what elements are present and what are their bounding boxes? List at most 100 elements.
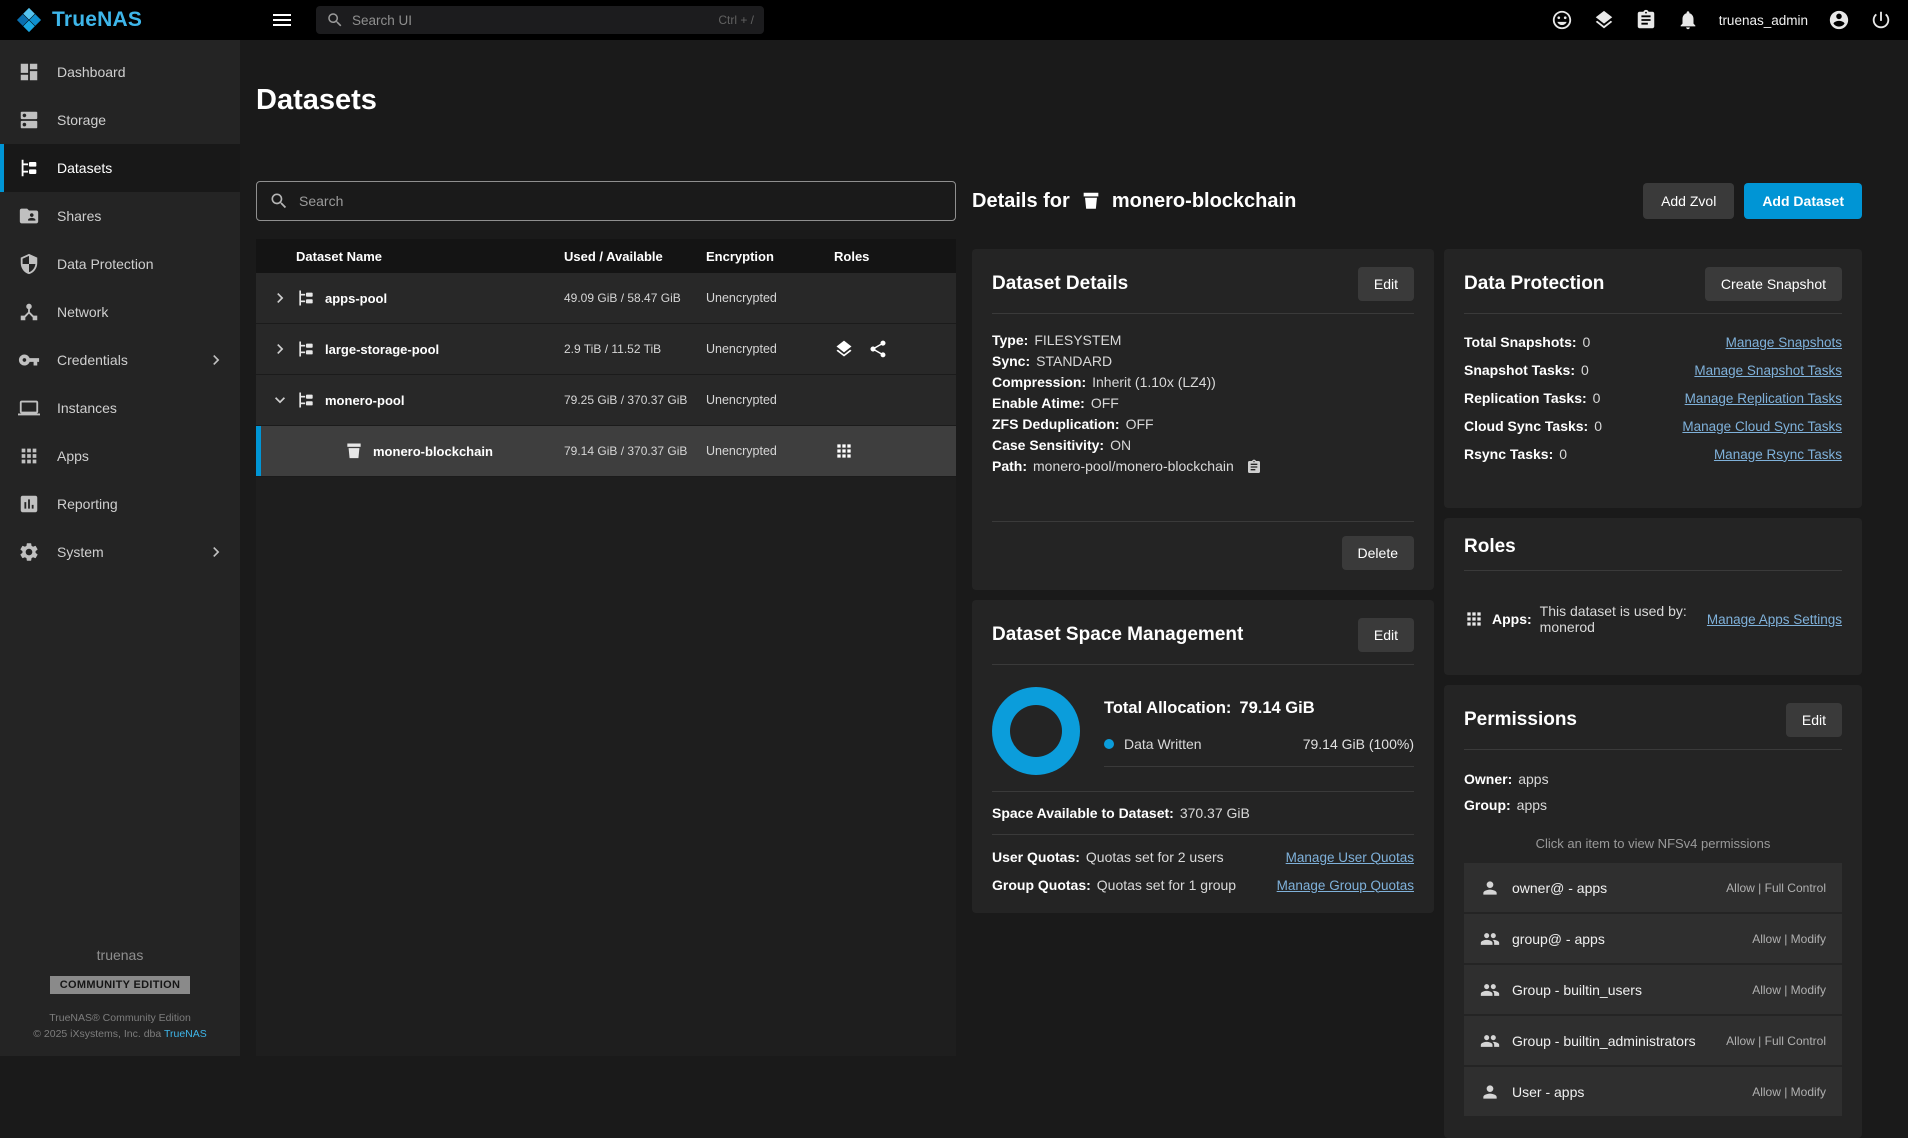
space-available-row: Space Available to Dataset: 370.37 GiB bbox=[992, 792, 1414, 834]
update-status-button[interactable] bbox=[1593, 9, 1615, 31]
column-header-used-available: Used / Available bbox=[564, 249, 706, 264]
apps-role-text: This dataset is used by: monerod bbox=[1540, 603, 1699, 635]
add-zvol-button[interactable]: Add Zvol bbox=[1643, 183, 1734, 219]
dataset-space-card: Dataset Space Management Edit Total Allo… bbox=[972, 600, 1434, 913]
global-search-input[interactable] bbox=[352, 13, 710, 28]
edit-permissions-button[interactable]: Edit bbox=[1786, 703, 1842, 737]
manage-apps-settings-link[interactable]: Manage Apps Settings bbox=[1707, 612, 1842, 627]
network-hub-icon bbox=[18, 301, 40, 323]
sidebar-item-shares[interactable]: Shares bbox=[0, 192, 240, 240]
total-snapshots-row: Total Snapshots: 0 Manage Snapshots bbox=[1464, 334, 1842, 350]
field-label: Case Sensitivity: bbox=[992, 435, 1104, 456]
table-row-monero-blockchain[interactable]: monero-blockchain 79.14 GiB / 370.37 GiB… bbox=[256, 426, 956, 477]
collapse-row-button[interactable] bbox=[268, 388, 292, 412]
group-icon bbox=[1480, 1031, 1500, 1051]
details-header: Details for monero-blockchain Add Zvol A… bbox=[972, 181, 1862, 221]
owner-row: Owner: apps bbox=[1464, 766, 1842, 792]
manage-snapshots-link[interactable]: Manage Snapshots bbox=[1726, 335, 1842, 350]
power-button[interactable] bbox=[1870, 9, 1892, 31]
expand-row-button[interactable] bbox=[268, 337, 292, 361]
dataset-search bbox=[256, 181, 956, 221]
space-available-label: Space Available to Dataset: bbox=[992, 805, 1174, 821]
role-apps-icon[interactable] bbox=[834, 441, 854, 461]
total-allocation-row: Total Allocation: 79.14 GiB bbox=[1104, 695, 1414, 736]
sidebar-item-credentials[interactable]: Credentials bbox=[0, 336, 240, 384]
edit-space-button[interactable]: Edit bbox=[1358, 618, 1414, 652]
copy-path-button[interactable] bbox=[1246, 459, 1262, 475]
power-icon bbox=[1870, 9, 1892, 31]
gear-icon bbox=[18, 541, 40, 563]
datasets-tree-icon bbox=[18, 157, 40, 179]
dataset-search-input[interactable] bbox=[299, 193, 943, 209]
dataset-details-card: Dataset Details Edit Type:FILESYSTEM Syn… bbox=[972, 249, 1434, 590]
permission-item-owner[interactable]: owner@ - apps Allow | Full Control bbox=[1464, 863, 1842, 912]
card-title: Roles bbox=[1464, 536, 1516, 558]
apps-grid-icon bbox=[1464, 609, 1484, 629]
create-snapshot-button[interactable]: Create Snapshot bbox=[1705, 267, 1842, 301]
bell-icon bbox=[1677, 9, 1699, 31]
sidebar-item-system[interactable]: System bbox=[0, 528, 240, 576]
field-value: ON bbox=[1110, 435, 1131, 456]
sidebar-item-apps[interactable]: Apps bbox=[0, 432, 240, 480]
sidebar-item-label: System bbox=[57, 544, 104, 560]
edit-dataset-details-button[interactable]: Edit bbox=[1358, 267, 1414, 301]
permission-item-builtin-users[interactable]: Group - builtin_users Allow | Modify bbox=[1464, 965, 1842, 1014]
truenas-logo[interactable]: TrueNAS bbox=[0, 7, 240, 33]
field-label: Type: bbox=[992, 330, 1028, 351]
user-quotas-value: Quotas set for 2 users bbox=[1086, 849, 1224, 865]
sidebar-toggle-button[interactable] bbox=[270, 8, 294, 32]
manage-group-quotas-link[interactable]: Manage Group Quotas bbox=[1277, 878, 1414, 893]
group-icon bbox=[1480, 980, 1500, 1000]
permission-item-builtin-administrators[interactable]: Group - builtin_administrators Allow | F… bbox=[1464, 1016, 1842, 1065]
logged-in-username[interactable]: truenas_admin bbox=[1719, 13, 1808, 28]
cloud-sync-tasks-row: Cloud Sync Tasks: 0 Manage Cloud Sync Ta… bbox=[1464, 418, 1842, 434]
account-circle-icon bbox=[1828, 9, 1850, 31]
manage-rsync-tasks-link[interactable]: Manage Rsync Tasks bbox=[1714, 447, 1842, 462]
manage-user-quotas-link[interactable]: Manage User Quotas bbox=[1286, 850, 1414, 865]
column-header-roles: Roles bbox=[834, 249, 956, 264]
permission-item-group-at[interactable]: group@ - apps Allow | Modify bbox=[1464, 914, 1842, 963]
sidebar-item-label: Datasets bbox=[57, 160, 112, 176]
alerts-button[interactable] bbox=[1677, 9, 1699, 31]
roles-cell bbox=[834, 339, 956, 359]
manage-cloud-sync-tasks-link[interactable]: Manage Cloud Sync Tasks bbox=[1682, 419, 1842, 434]
main-content: Datasets Dataset Name Used / Available E… bbox=[240, 40, 1908, 1056]
copyright-line: © 2025 iXsystems, Inc. dba TrueNAS bbox=[0, 1026, 240, 1042]
hamburger-icon bbox=[270, 8, 294, 32]
role-share-icon[interactable] bbox=[868, 339, 888, 359]
truenas-link[interactable]: TrueNAS bbox=[164, 1028, 207, 1040]
search-icon bbox=[269, 191, 289, 211]
expand-row-button[interactable] bbox=[268, 286, 292, 310]
sidebar-item-instances[interactable]: Instances bbox=[0, 384, 240, 432]
table-row-large-storage-pool[interactable]: large-storage-pool 2.9 TiB / 11.52 TiB U… bbox=[256, 324, 956, 375]
permissions-card: Permissions Edit Owner: apps Group: bbox=[1444, 685, 1862, 1138]
sidebar-item-datasets[interactable]: Datasets bbox=[0, 144, 240, 192]
table-row-monero-pool[interactable]: monero-pool 79.25 GiB / 370.37 GiB Unenc… bbox=[256, 375, 956, 426]
sidebar-item-storage[interactable]: Storage bbox=[0, 96, 240, 144]
account-button[interactable] bbox=[1828, 9, 1850, 31]
manage-snapshot-tasks-link[interactable]: Manage Snapshot Tasks bbox=[1694, 363, 1842, 378]
key-icon bbox=[18, 349, 40, 371]
donut-hole bbox=[1010, 705, 1062, 757]
details-panel: Details for monero-blockchain Add Zvol A… bbox=[972, 181, 1908, 1056]
global-search: Ctrl + / bbox=[316, 6, 764, 34]
add-dataset-button[interactable]: Add Dataset bbox=[1744, 183, 1862, 219]
field-label: Compression: bbox=[992, 372, 1086, 393]
role-layers-icon[interactable] bbox=[834, 339, 854, 359]
manage-replication-tasks-link[interactable]: Manage Replication Tasks bbox=[1685, 391, 1842, 406]
used-available-cell: 49.09 GiB / 58.47 GiB bbox=[564, 291, 706, 306]
sidebar-item-reporting[interactable]: Reporting bbox=[0, 480, 240, 528]
delete-dataset-button[interactable]: Delete bbox=[1342, 536, 1414, 570]
card-title: Dataset Space Management bbox=[992, 624, 1243, 646]
feedback-button[interactable] bbox=[1551, 9, 1573, 31]
table-row-apps-pool[interactable]: apps-pool 49.09 GiB / 58.47 GiB Unencryp… bbox=[256, 273, 956, 324]
sidebar-item-dashboard[interactable]: Dashboard bbox=[0, 48, 240, 96]
sidebar-item-network[interactable]: Network bbox=[0, 288, 240, 336]
permission-item-user-apps[interactable]: User - apps Allow | Modify bbox=[1464, 1067, 1842, 1116]
group-quotas-label: Group Quotas: bbox=[992, 877, 1091, 893]
field-value: FILESYSTEM bbox=[1034, 330, 1121, 351]
sidebar-item-data-protection[interactable]: Data Protection bbox=[0, 240, 240, 288]
chevron-right-icon bbox=[270, 288, 290, 308]
jobs-button[interactable] bbox=[1635, 9, 1657, 31]
dataset-path-value: monero-pool/monero-blockchain bbox=[1033, 456, 1234, 477]
